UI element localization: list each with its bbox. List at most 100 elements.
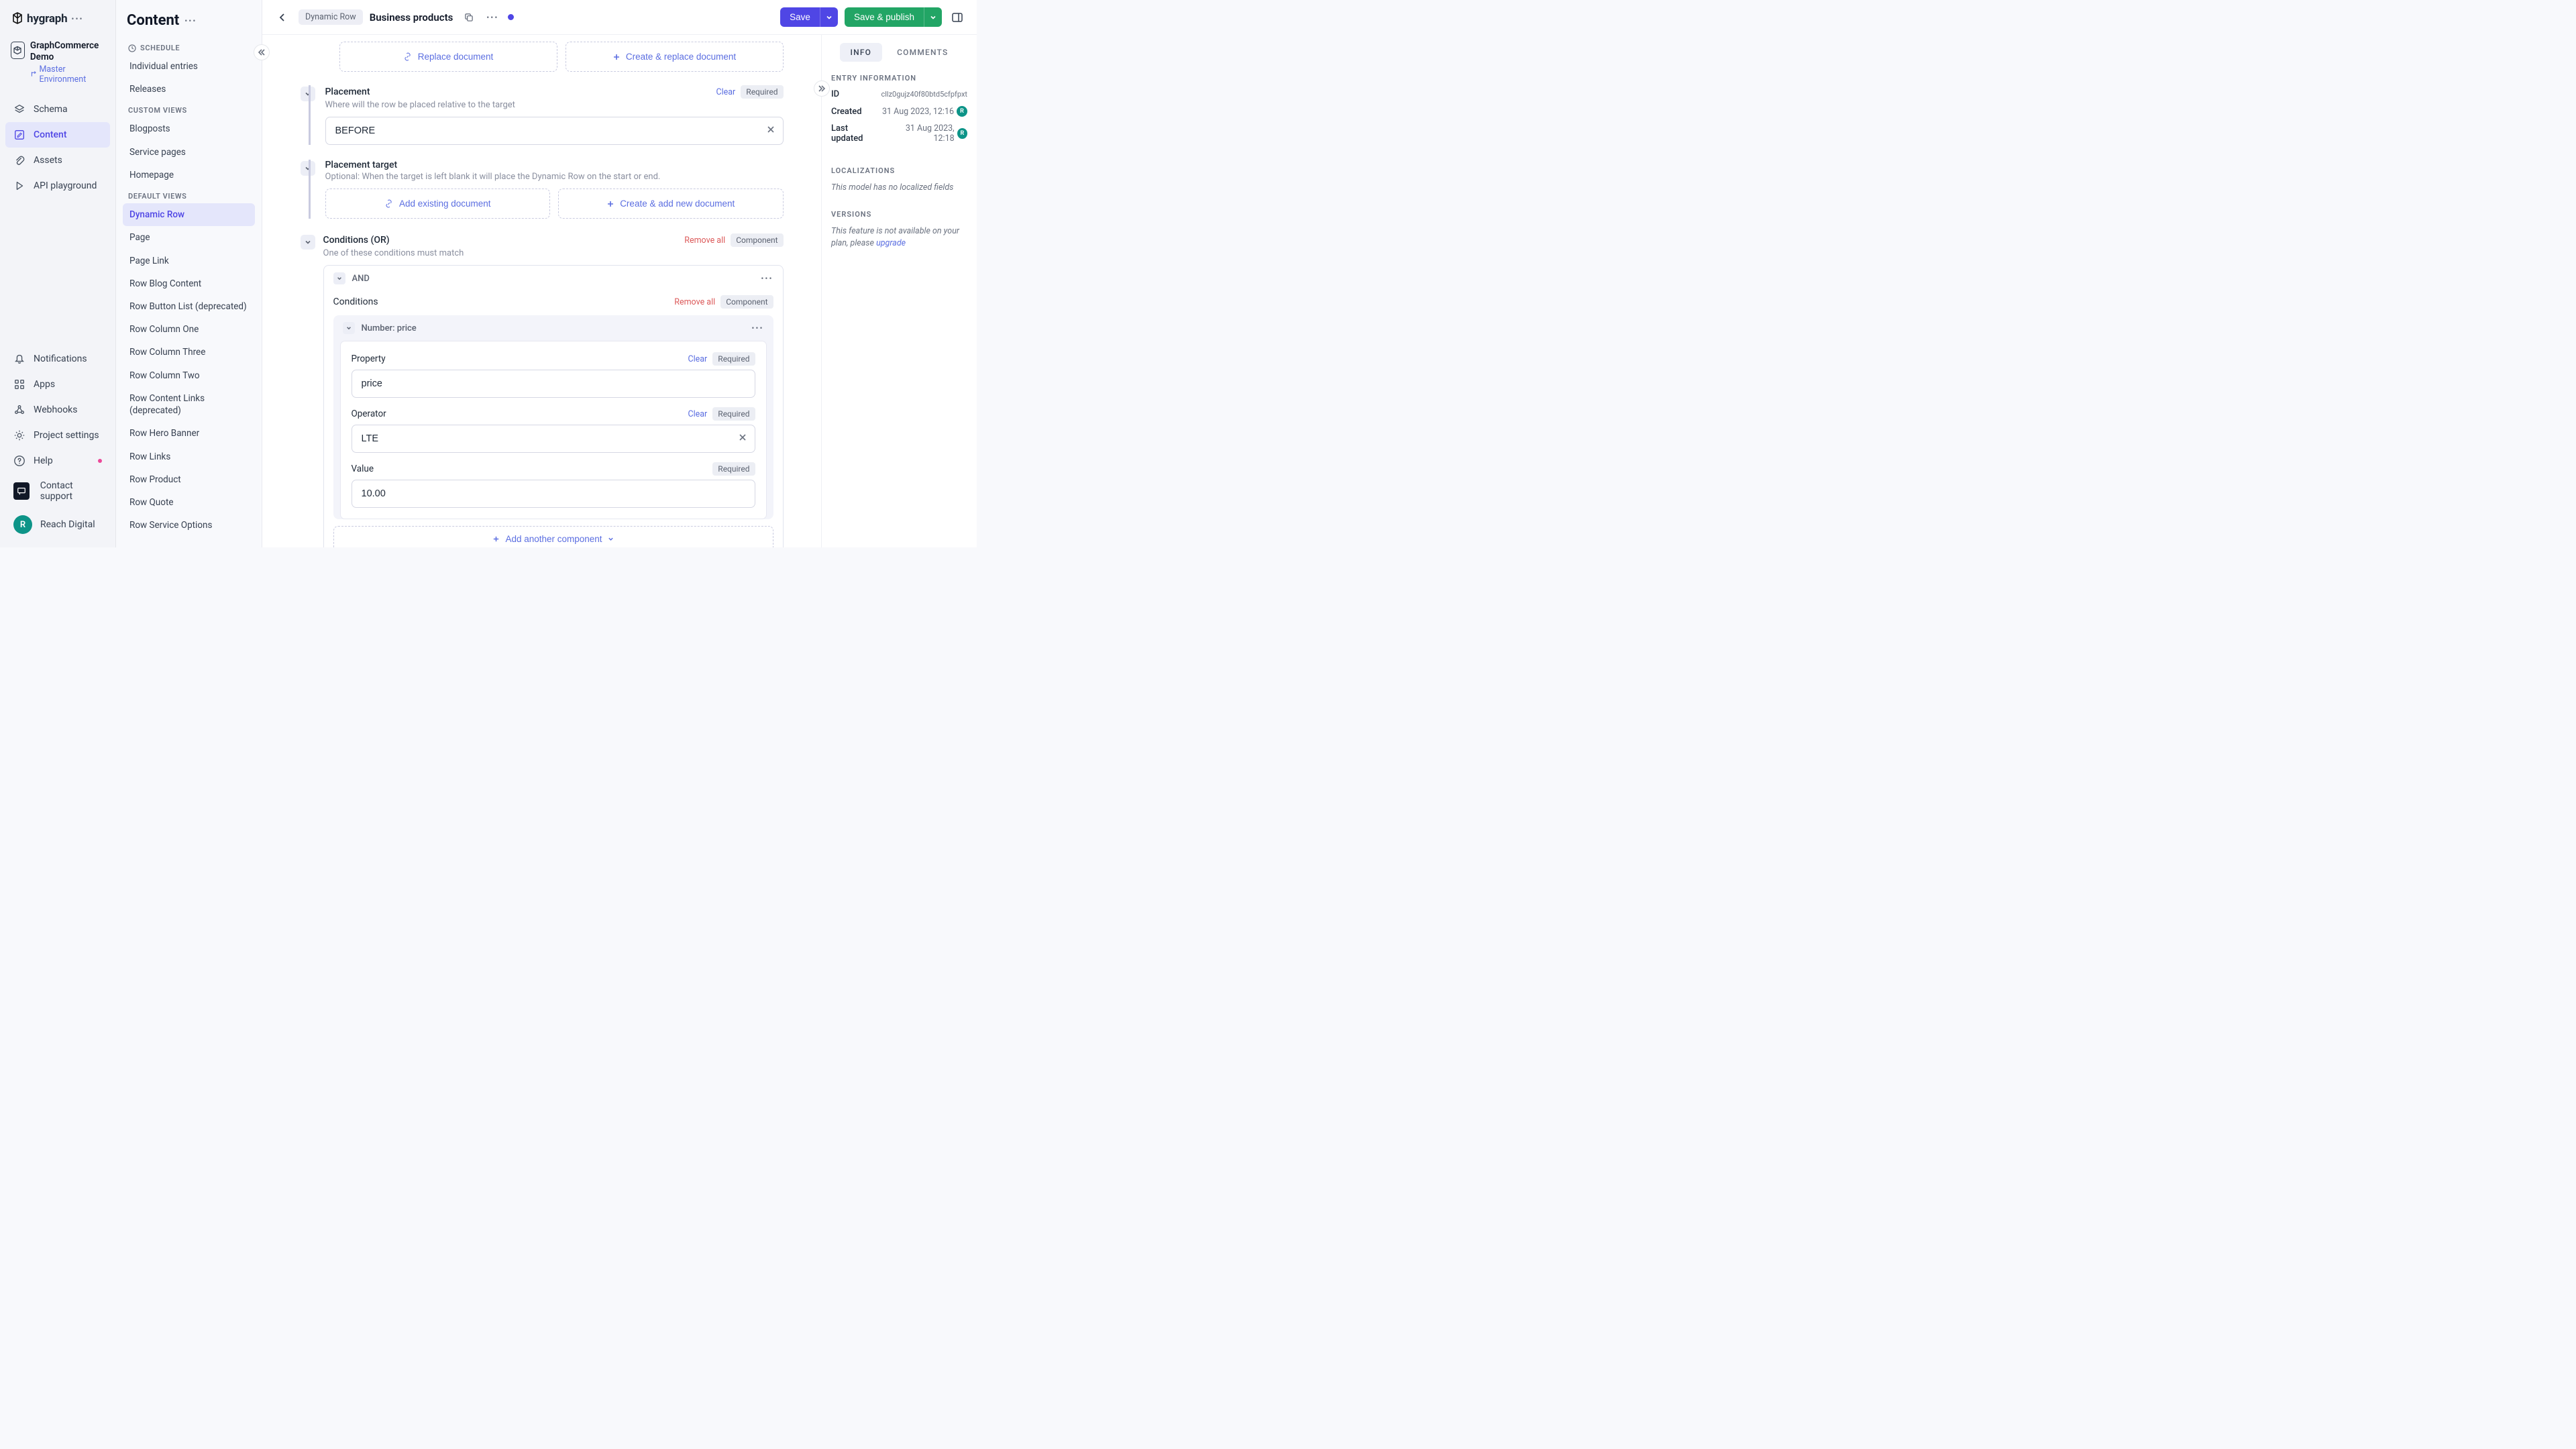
nav-user-account[interactable]: R Reach Digital xyxy=(5,508,110,541)
view-row-hero-banner[interactable]: Row Hero Banner xyxy=(123,422,255,445)
value-input[interactable] xyxy=(352,480,755,508)
and-collapse-toggle[interactable] xyxy=(333,272,345,284)
chevron-down-icon xyxy=(930,14,936,21)
tab-info[interactable]: INFO xyxy=(840,43,883,62)
default-views-label: DEFAULT VIEWS xyxy=(123,186,255,203)
paperclip-icon xyxy=(13,154,25,166)
placement-help: Where will the row be placed relative to… xyxy=(325,100,784,110)
placement-label: Placement xyxy=(325,87,370,97)
brand-logo: hygraph xyxy=(12,12,67,25)
view-row-column-two[interactable]: Row Column Two xyxy=(123,364,255,387)
view-service-pages[interactable]: Service pages xyxy=(123,141,255,164)
id-value[interactable]: cllz0gujz40f80btd5cfpfpxt xyxy=(881,90,967,99)
chat-icon xyxy=(13,482,30,500)
primary-sidebar: hygraph ••• GraphCommerce Demo Master En… xyxy=(0,0,116,547)
project-selector[interactable]: GraphCommerce Demo Master Environment xyxy=(5,36,110,93)
plus-icon xyxy=(606,200,614,208)
property-input[interactable] xyxy=(352,370,755,398)
back-button[interactable] xyxy=(273,8,292,27)
project-name: GraphCommerce Demo xyxy=(30,40,105,63)
view-row-service-options[interactable]: Row Service Options xyxy=(123,514,255,537)
nav-content[interactable]: Content xyxy=(5,122,110,148)
placement-clear-x[interactable] xyxy=(766,125,775,137)
schedule-releases[interactable]: Releases xyxy=(123,78,255,101)
operator-clear-x[interactable] xyxy=(738,433,747,445)
view-row-column-one[interactable]: Row Column One xyxy=(123,318,255,341)
created-by-avatar: R xyxy=(957,106,967,117)
collapse-info-panel-button[interactable] xyxy=(814,80,830,97)
view-row-content-links[interactable]: Row Content Links (deprecated) xyxy=(123,387,255,422)
plus-icon xyxy=(492,535,500,543)
breadcrumb-type[interactable]: Dynamic Row xyxy=(299,9,363,25)
branch-icon xyxy=(30,70,37,78)
inner-remove-all[interactable]: Remove all xyxy=(674,297,715,307)
save-button[interactable]: Save xyxy=(780,7,820,27)
sidebar-right-icon xyxy=(951,11,963,23)
placement-clear[interactable]: Clear xyxy=(716,87,735,97)
view-dynamic-row[interactable]: Dynamic Row xyxy=(123,203,255,226)
collapse-content-sidebar-button[interactable] xyxy=(254,44,270,60)
operator-clear[interactable]: Clear xyxy=(688,409,707,419)
copy-icon xyxy=(464,12,474,22)
chevron-right-double-icon xyxy=(818,85,826,93)
view-row-quote[interactable]: Row Quote xyxy=(123,491,255,514)
schedule-individual-entries[interactable]: Individual entries xyxy=(123,55,255,78)
nav-assets[interactable]: Assets xyxy=(5,148,110,173)
condition-collapse-toggle[interactable] xyxy=(343,322,355,334)
entry-info-label: ENTRY INFORMATION xyxy=(831,74,967,83)
save-publish-button[interactable]: Save & publish xyxy=(845,7,924,27)
view-homepage[interactable]: Homepage xyxy=(123,164,255,186)
nav-contact-support[interactable]: Contact support xyxy=(5,474,110,508)
view-blogposts[interactable]: Blogposts xyxy=(123,117,255,140)
chevron-down-icon xyxy=(826,14,833,21)
brand-menu-icon[interactable]: ••• xyxy=(71,14,83,23)
operator-input[interactable] xyxy=(352,425,755,453)
condition-menu[interactable]: ••• xyxy=(751,323,763,333)
conditions-collapse-toggle[interactable] xyxy=(301,235,315,250)
nav-help[interactable]: Help xyxy=(5,448,110,474)
nav-webhooks[interactable]: Webhooks xyxy=(5,397,110,423)
tab-comments[interactable]: COMMENTS xyxy=(886,43,959,62)
webhook-icon xyxy=(13,404,25,416)
add-existing-document-button[interactable]: Add existing document xyxy=(325,189,551,219)
chevron-down-icon xyxy=(305,239,311,246)
create-replace-document-button[interactable]: Create & replace document xyxy=(566,42,784,72)
nav-apps[interactable]: Apps xyxy=(5,372,110,397)
view-row-links[interactable]: Row Links xyxy=(123,445,255,468)
nav-api-playground[interactable]: API playground xyxy=(5,173,110,199)
create-add-new-document-button[interactable]: Create & add new document xyxy=(558,189,784,219)
save-publish-dropdown-button[interactable] xyxy=(924,7,942,27)
status-indicator xyxy=(508,14,514,20)
save-dropdown-button[interactable] xyxy=(820,7,838,27)
entry-more-menu[interactable]: ••• xyxy=(484,9,501,26)
view-page[interactable]: Page xyxy=(123,226,255,249)
placement-input[interactable] xyxy=(325,117,784,145)
pencil-square-icon xyxy=(13,129,25,141)
view-row-blog-content[interactable]: Row Blog Content xyxy=(123,272,255,295)
form-area: Replace document Create & replace docume… xyxy=(262,35,821,547)
add-inner-component-button[interactable]: Add another component xyxy=(333,526,773,547)
view-page-link[interactable]: Page Link xyxy=(123,250,255,272)
created-key: Created xyxy=(831,107,862,117)
and-condition-block: AND ••• Conditions Remove all xyxy=(323,265,784,547)
copy-button[interactable] xyxy=(460,9,477,26)
nav-project-settings[interactable]: Project settings xyxy=(5,423,110,448)
layers-icon xyxy=(13,103,25,115)
panel-toggle-button[interactable] xyxy=(949,9,966,26)
help-notification-dot xyxy=(98,459,102,463)
nav-notifications[interactable]: Notifications xyxy=(5,346,110,372)
upgrade-link[interactable]: upgrade xyxy=(876,238,906,248)
editor-topbar: Dynamic Row Business products ••• Save S… xyxy=(262,0,977,35)
view-row-column-three[interactable]: Row Column Three xyxy=(123,341,255,364)
property-clear[interactable]: Clear xyxy=(688,354,707,364)
view-row-button-list[interactable]: Row Button List (deprecated) xyxy=(123,295,255,318)
replace-document-button[interactable]: Replace document xyxy=(339,42,557,72)
content-panel-menu-icon[interactable]: ••• xyxy=(184,16,197,25)
and-block-menu[interactable]: ••• xyxy=(761,274,773,283)
conditions-remove-all[interactable]: Remove all xyxy=(684,235,725,246)
condition-card: Number: price ••• Property xyxy=(333,315,773,519)
view-row-product[interactable]: Row Product xyxy=(123,468,255,491)
view-row-special-banner[interactable]: Row Special Banner xyxy=(123,537,255,538)
placement-required-badge: Required xyxy=(741,85,783,99)
nav-schema[interactable]: Schema xyxy=(5,97,110,122)
